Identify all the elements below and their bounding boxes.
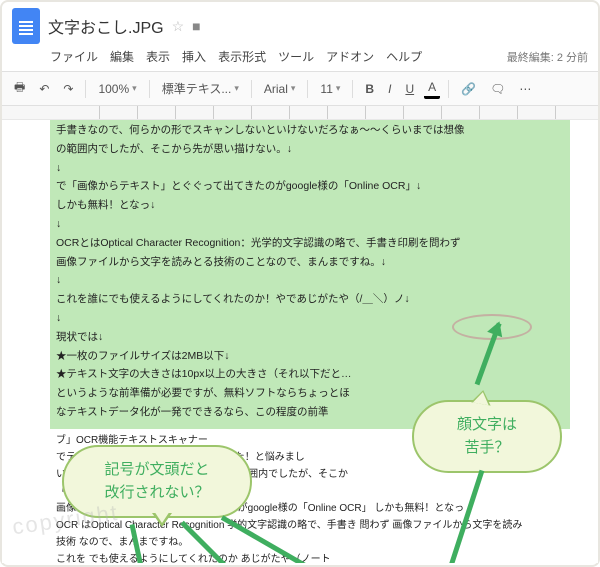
title-block: 文字おこし.JPG ☆ ■ xyxy=(48,14,201,38)
text-line[interactable]: しかも無料！となっ↓ xyxy=(56,197,564,214)
text-line[interactable]: これを誰にでも使えるようにしてくれたのか！やであじがたや（/＿＼）ノ↓ xyxy=(56,291,564,308)
font-select[interactable]: Arial▾ xyxy=(260,80,300,98)
chevron-down-icon: ▾ xyxy=(336,83,341,94)
italic-button[interactable]: I xyxy=(384,80,395,98)
annotation-text: 改行されない？ xyxy=(80,482,234,505)
underline-button[interactable]: U xyxy=(401,80,418,98)
move-folder-icon[interactable]: ■ xyxy=(192,18,200,34)
chevron-down-icon: ▾ xyxy=(291,83,296,94)
link-icon[interactable]: 🔗 xyxy=(457,80,480,98)
annotation-bubble-1: 記号が文頭だと 改行されない？ xyxy=(62,445,252,518)
chevron-down-icon: ▾ xyxy=(132,83,137,94)
zoom-select[interactable]: 100%▾ xyxy=(94,80,140,98)
menu-format[interactable]: 表示形式 xyxy=(218,48,266,65)
menu-view[interactable]: 表示 xyxy=(146,48,170,65)
menu-insert[interactable]: 挿入 xyxy=(182,48,206,65)
bubble-tail-icon xyxy=(152,513,172,527)
highlighted-text-block[interactable]: 手書きなので、何らかの形でスキャンしないといけないだろなぁ～～くらいまでは想像 … xyxy=(50,120,570,429)
document-canvas[interactable]: 手書きなので、何らかの形でスキャンしないといけないだろなぁ～～くらいまでは想像 … xyxy=(2,120,598,563)
ruler[interactable] xyxy=(2,106,598,120)
print-icon[interactable]: 🖶 xyxy=(10,76,29,101)
toolbar: 🖶 ↶ ↷ 100%▾ 標準テキス...▾ Arial▾ 11▾ B I U A… xyxy=(2,71,598,106)
text-line[interactable]: これを でも使えるようにしてくれたのか あじがたや（ノート xyxy=(56,552,564,563)
docs-app-icon[interactable] xyxy=(12,8,40,44)
annotation-text: 顔文字は xyxy=(430,414,544,437)
menu-tools[interactable]: ツール xyxy=(278,48,314,65)
text-line[interactable]: 手書きなので、何らかの形でスキャンしないといけないだろなぁ～～くらいまでは想像 xyxy=(56,122,564,139)
menu-file[interactable]: ファイル xyxy=(50,48,98,65)
menubar: ファイル 編集 表示 挿入 表示形式 ツール アドオン ヘルプ 最終編集: 2 … xyxy=(2,46,598,71)
header: 文字おこし.JPG ☆ ■ xyxy=(2,2,598,46)
font-size-select[interactable]: 11▾ xyxy=(316,80,344,98)
menu-help[interactable]: ヘルプ xyxy=(386,48,422,65)
undo-icon[interactable]: ↶ xyxy=(35,80,53,98)
redo-icon[interactable]: ↷ xyxy=(59,80,77,98)
text-line[interactable]: ↓ xyxy=(56,272,564,289)
text-line[interactable]: ★テキスト文字の大きさは10px以上の大きさ（それ以下だと… xyxy=(56,366,564,383)
annotation-bubble-2: 顔文字は 苦手？ xyxy=(412,400,562,473)
app-window: 文字おこし.JPG ☆ ■ ファイル 編集 表示 挿入 表示形式 ツール アドオ… xyxy=(0,0,600,567)
last-edit-label[interactable]: 最終編集: 2 分前 xyxy=(507,49,588,65)
bold-button[interactable]: B xyxy=(361,80,378,98)
menu-addons[interactable]: アドオン xyxy=(326,48,374,65)
annotation-text: 記号が文頭だと xyxy=(80,459,234,482)
text-line[interactable]: ↓ xyxy=(56,160,564,177)
document-title[interactable]: 文字おこし.JPG xyxy=(48,14,164,38)
chevron-down-icon: ▾ xyxy=(234,83,239,94)
text-line[interactable]: ↓ xyxy=(56,216,564,233)
text-line[interactable]: で「画像からテキスト」とぐぐって出てきたのがgoogle様の「Online OC… xyxy=(56,178,564,195)
annotation-text: 苦手？ xyxy=(430,437,544,460)
text-line[interactable]: 画像ファイルから文字を読みとる技術のことなので、まんまですね。↓ xyxy=(56,254,564,271)
comment-icon[interactable]: 🗨 xyxy=(486,80,509,98)
more-icon[interactable]: ⋯ xyxy=(515,80,535,98)
star-icon[interactable]: ☆ xyxy=(172,18,185,35)
style-select[interactable]: 標準テキス...▾ xyxy=(158,78,243,99)
menu-edit[interactable]: 編集 xyxy=(110,48,134,65)
text-line[interactable]: の範囲内でしたが、そこから先が思い描けない。↓ xyxy=(56,141,564,158)
text-color-button[interactable]: A xyxy=(424,78,440,99)
text-line[interactable]: OCRとはOptical Character Recognition：光学的文字… xyxy=(56,235,564,252)
